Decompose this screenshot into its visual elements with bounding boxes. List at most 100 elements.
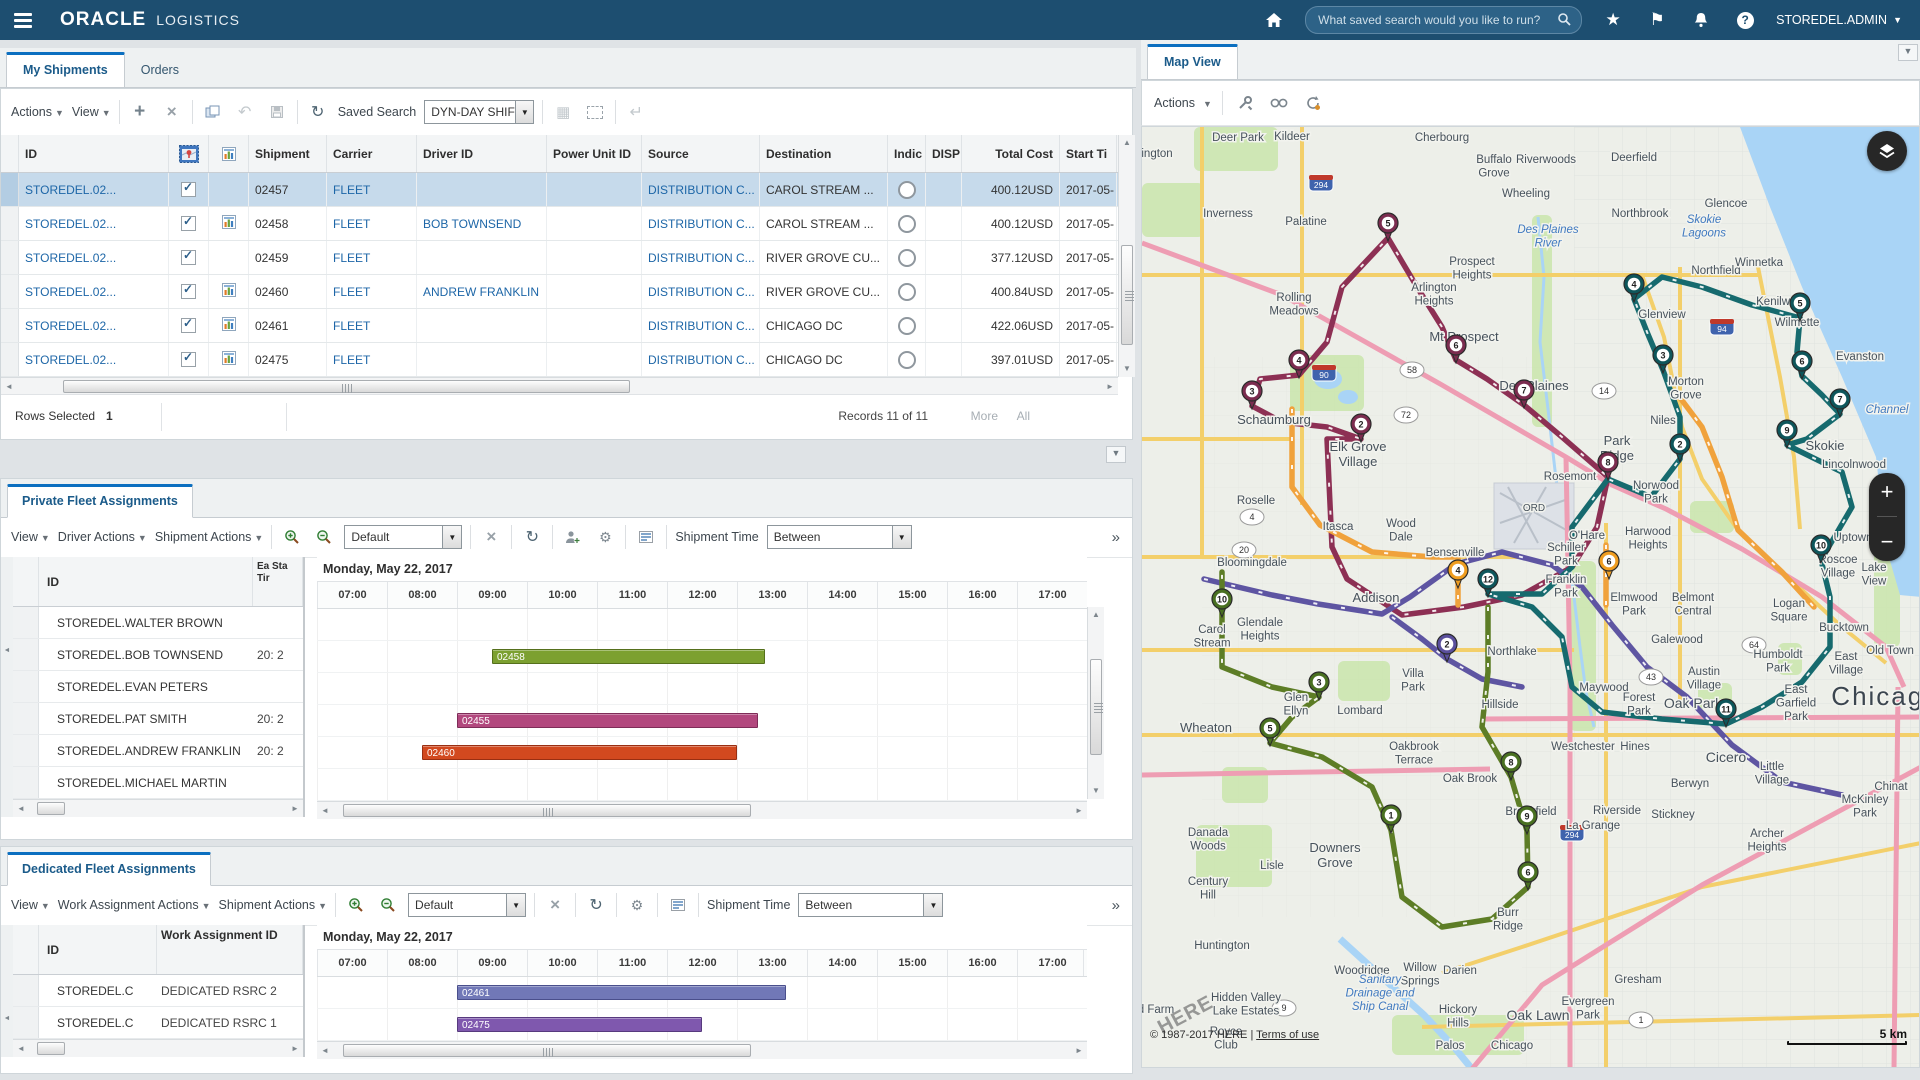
scroll-left-icon[interactable]: ◄ [13,1041,29,1057]
pf-view-menu[interactable]: View▼ [11,530,50,544]
resource-id-link[interactable]: STOREDEL.MICHAEL MARTIN [57,776,227,790]
df-zoom-out-icon[interactable] [376,893,400,917]
gantt-hscrollbar[interactable]: ◄► [317,801,1087,819]
scroll-right-icon[interactable]: ► [287,1041,303,1057]
grid-hscrollbar[interactable]: ◄► [13,799,303,817]
gantt-bar[interactable]: 02460 [422,745,737,760]
resource-id-link[interactable]: STOREDEL.EVAN PETERS [57,680,208,694]
carrier-link[interactable]: FLEET [333,217,370,231]
source-link[interactable]: DISTRIBUTION C... [648,353,755,367]
saved-search-dropdown-button[interactable]: ▼ [515,101,533,123]
indicator-radio[interactable] [898,249,916,267]
carrier-link[interactable]: FLEET [333,285,370,299]
column-header[interactable]: Carrier [327,135,417,172]
home-icon[interactable] [1261,7,1287,33]
grid-icon[interactable]: ▦ [551,100,575,124]
row-checkbox[interactable] [181,352,196,367]
splitter-collapse-button[interactable]: ▼ [1106,446,1126,463]
tab-private-fleet-assignments[interactable]: Private Fleet Assignments [7,484,193,518]
driver-link[interactable]: ANDREW FRANKLIN [423,285,539,299]
pf-driver-actions-menu[interactable]: Driver Actions▼ [58,530,147,544]
indicator-radio[interactable] [898,215,916,233]
gantt-bar[interactable]: 02475 [457,1017,702,1032]
tab-dedicated-fleet-assignments[interactable]: Dedicated Fleet Assignments [7,852,211,886]
terms-of-use-link[interactable]: Terms of use [1256,1029,1319,1041]
source-link[interactable]: DISTRIBUTION C... [648,217,755,231]
fleet-grid-row[interactable]: STOREDEL.PAT SMITH20: 2 [13,703,303,735]
df-preset-combobox[interactable]: Default ▼ [408,893,526,917]
saved-search-combobox[interactable]: DYN-DAY SHIF ▼ [424,100,534,124]
shipment-id-link[interactable]: STOREDEL.02... [25,285,116,299]
shipment-id-link[interactable]: STOREDEL.02... [25,319,116,333]
df-overflow-chevrons[interactable]: » [1112,897,1120,914]
indicator-radio[interactable] [898,283,916,301]
df-zoom-in-icon[interactable] [344,893,368,917]
row-checkbox[interactable] [181,250,196,265]
user-menu[interactable]: STOREDEL.ADMIN ▼ [1776,13,1902,27]
tab-orders[interactable]: Orders [125,55,195,87]
carrier-link[interactable]: FLEET [333,353,370,367]
scroll-down-icon[interactable]: ▼ [1119,361,1135,377]
column-header[interactable]: Destination [760,135,888,172]
search-input[interactable] [1316,12,1557,28]
gantt-hscroll-thumb[interactable] [343,1044,751,1057]
gantt-bar[interactable]: 02461 [457,985,786,1000]
favorites-star-icon[interactable]: ★ [1600,7,1626,33]
table-row[interactable]: STOREDEL.02...02461FLEETDISTRIBUTION C..… [1,309,1118,343]
resource-id-link[interactable]: STOREDEL.PAT SMITH [57,712,187,726]
pf-overflow-chevrons[interactable]: » [1112,529,1120,546]
help-icon[interactable]: ? [1732,7,1758,33]
table-row[interactable]: STOREDEL.02...02458FLEETBOB TOWNSENDDIST… [1,207,1118,241]
scroll-left-icon[interactable]: ◄ [1,379,17,395]
table-vscrollbar[interactable]: ▲ ▼ [1118,135,1135,377]
scroll-left-icon[interactable]: ◄ [317,1043,333,1059]
go-icon[interactable]: ↵ [624,100,648,124]
row-chart-icon[interactable] [222,351,236,368]
row-checkbox[interactable] [181,284,196,299]
map-area[interactable]: 5872144206443912949094294arringtonDeer P… [1141,126,1920,1068]
pf-shipment-actions-menu[interactable]: Shipment Actions▼ [155,530,264,544]
table-row[interactable]: STOREDEL.02...02475FLEETDISTRIBUTION C..… [1,343,1118,377]
indicator-radio[interactable] [898,351,916,369]
row-chart-icon[interactable] [222,283,236,300]
table-row[interactable]: STOREDEL.02...02457FLEETDISTRIBUTION C..… [1,173,1118,207]
df-preset-dropdown-button[interactable]: ▼ [506,894,525,916]
driver-link[interactable]: BOB TOWNSEND [423,217,521,231]
scroll-right-icon[interactable]: ► [287,801,303,817]
pf-refresh-icon[interactable]: ↻ [520,525,544,549]
gantt-hscroll-thumb[interactable] [343,804,751,817]
column-header[interactable]: ID [19,135,169,172]
delete-button[interactable]: × [160,100,184,124]
df-refresh-icon[interactable]: ↻ [584,893,608,917]
shipment-id-link[interactable]: STOREDEL.02... [25,217,116,231]
gantt-bar[interactable]: 02455 [457,713,758,728]
scroll-up-icon[interactable]: ▲ [1088,607,1104,623]
add-button[interactable]: + [128,100,152,124]
shipment-id-link[interactable]: STOREDEL.02... [25,251,116,265]
carrier-link[interactable]: FLEET [333,251,370,265]
zoom-in-icon[interactable] [280,525,304,549]
scroll-right-icon[interactable]: ► [1071,803,1087,819]
gantt-vscrollbar[interactable]: ▲▼ [1087,607,1104,799]
row-checkbox[interactable] [181,216,196,231]
scroll-up-icon[interactable]: ▲ [1119,135,1135,151]
map-zoom-control[interactable]: + − [1869,473,1905,561]
df-gear-icon[interactable]: ⚙ [625,893,649,917]
column-header[interactable]: Total Cost [962,135,1060,172]
df-view-menu[interactable]: View▼ [11,898,50,912]
df-legend-list-icon[interactable] [666,893,690,917]
df-work-assignment-actions-menu[interactable]: Work Assignment Actions▼ [58,898,211,912]
save-icon[interactable] [265,100,289,124]
map-actions-menu[interactable]: Actions▼ [1154,96,1212,110]
notifications-bell-icon[interactable] [1688,7,1714,33]
row-checkbox[interactable] [181,182,196,197]
scroll-right-icon[interactable]: ► [1102,379,1118,395]
map-tools-icon[interactable] [1233,91,1257,115]
source-link[interactable]: DISTRIBUTION C... [648,319,755,333]
scroll-left-icon[interactable]: ◄ [13,801,29,817]
fleet-grid-row[interactable]: STOREDEL.ANDREW FRANKLIN20: 2 [13,735,303,767]
carrier-link[interactable]: FLEET [333,183,370,197]
refresh-icon[interactable]: ↻ [306,100,330,124]
duplicate-icon[interactable] [201,100,225,124]
column-map-select-icon[interactable] [169,135,209,172]
